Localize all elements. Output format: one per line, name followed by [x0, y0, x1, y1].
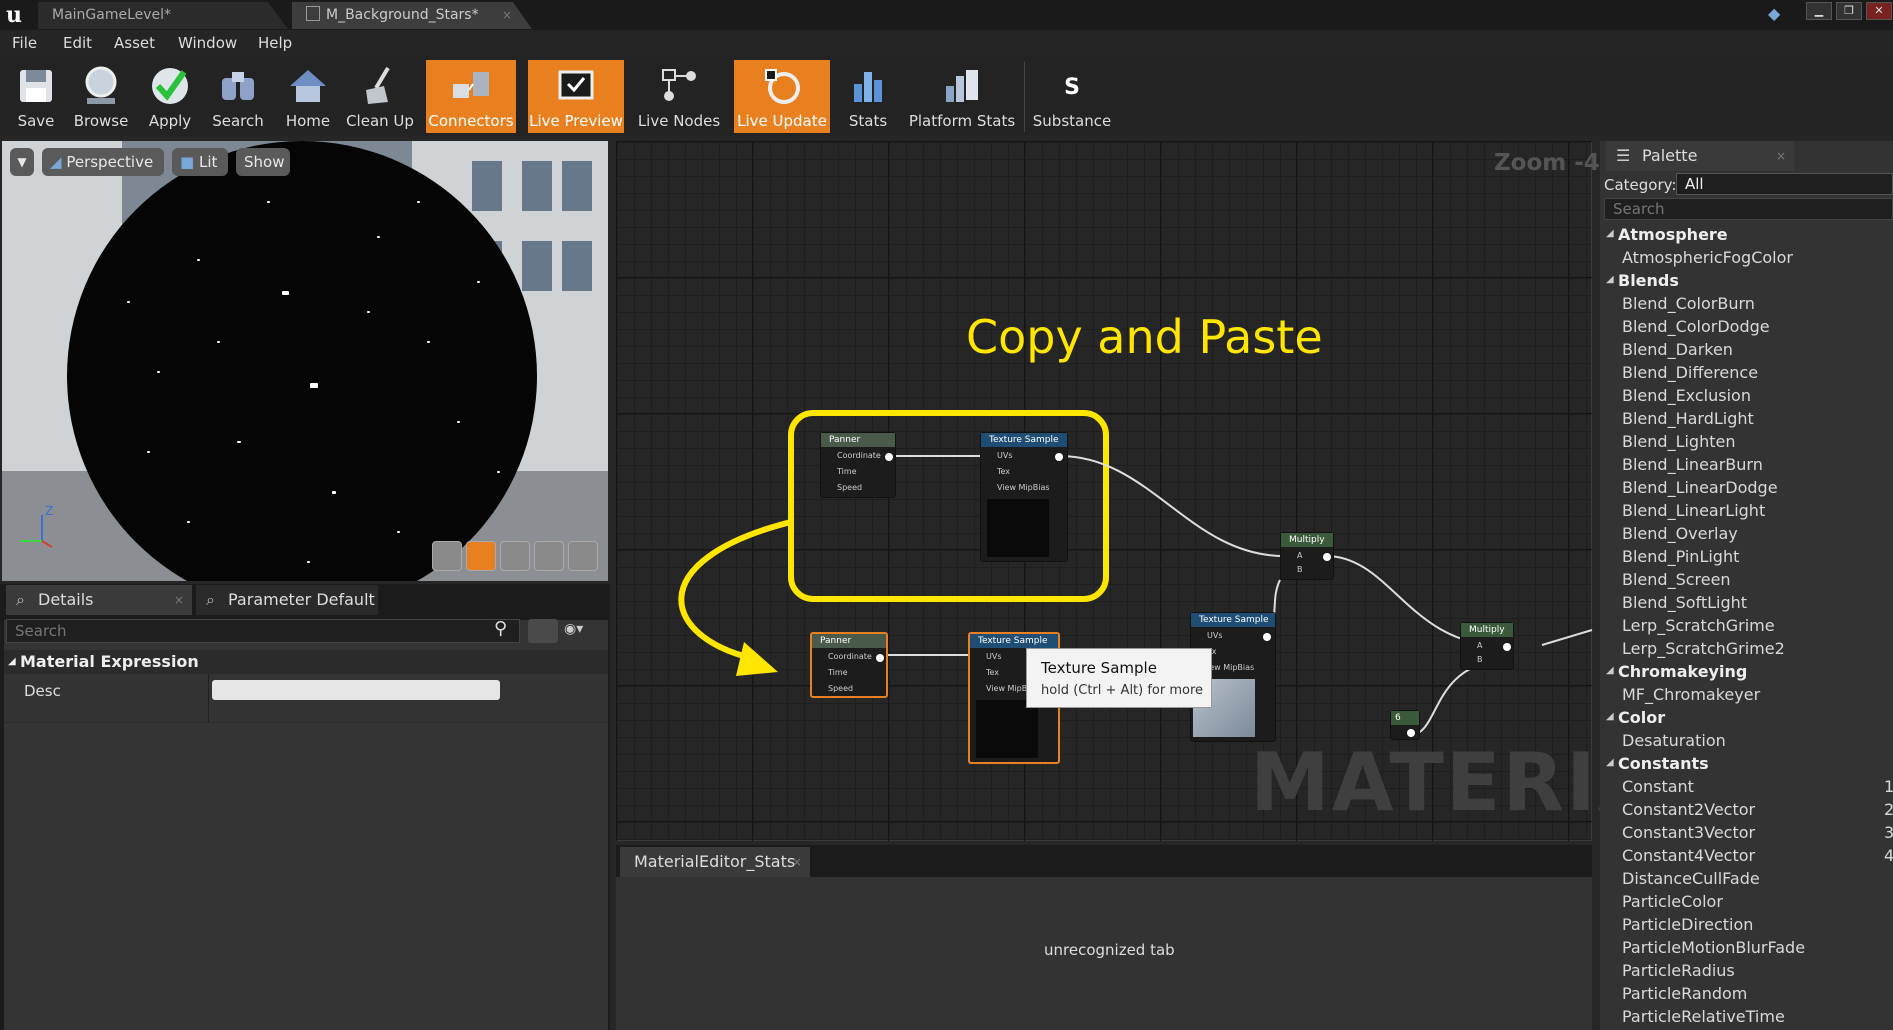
palette-item[interactable]: Constant3Vector	[1622, 823, 1755, 842]
texture-thumbnail	[976, 700, 1038, 758]
tab-close-icon[interactable]: ×	[1776, 141, 1786, 171]
palette-hotkey: 1	[1884, 777, 1893, 796]
collapse-triangle-icon[interactable]: ◢	[1606, 757, 1614, 768]
palette-item[interactable]: ParticleRandom	[1622, 984, 1747, 1003]
palette-item[interactable]: AtmosphericFogColor	[1622, 248, 1793, 267]
palette-item[interactable]: Blend_HardLight	[1622, 409, 1754, 428]
palette-icon: ☰	[1616, 146, 1631, 165]
multiply-node[interactable]: Multiply A B	[1280, 532, 1334, 580]
output-pin[interactable]	[876, 654, 884, 662]
output-pin[interactable]	[885, 453, 893, 461]
palette-category[interactable]: Atmosphere	[1618, 225, 1728, 244]
palette-category[interactable]: Blends	[1618, 271, 1679, 290]
category-select[interactable]: All	[1676, 173, 1893, 195]
collapse-triangle-icon[interactable]: ◢	[1606, 711, 1614, 722]
palette-item[interactable]: Constant4Vector	[1622, 846, 1755, 865]
palette-item[interactable]: Blend_SoftLight	[1622, 593, 1747, 612]
palette-hotkey: 4	[1884, 846, 1893, 865]
palette-item[interactable]: Constant2Vector	[1622, 800, 1755, 819]
palette-item[interactable]: Lerp_ScratchGrime2	[1622, 639, 1785, 658]
category-label: Category:	[1604, 176, 1677, 194]
palette-item[interactable]: ParticleColor	[1622, 892, 1723, 911]
node-tooltip: Texture Sample hold (Ctrl + Alt) for mor…	[1026, 648, 1212, 708]
output-pin[interactable]	[1263, 633, 1271, 641]
palette-item[interactable]: Blend_Lighten	[1622, 432, 1735, 451]
collapse-triangle-icon[interactable]: ◢	[1606, 274, 1614, 285]
collapse-triangle-icon[interactable]: ◢	[1606, 665, 1614, 676]
paste-arrowhead	[736, 642, 778, 676]
palette-item[interactable]: Desaturation	[1622, 731, 1726, 750]
paste-arrow	[678, 519, 792, 663]
texture-thumbnail	[987, 499, 1049, 557]
collapse-triangle-icon[interactable]: ◢	[1606, 228, 1614, 239]
constant-node[interactable]: 6	[1390, 710, 1420, 740]
palette-hotkey: 3	[1884, 823, 1893, 842]
palette-category[interactable]: Color	[1618, 708, 1665, 727]
palette-item[interactable]: Blend_LinearBurn	[1622, 455, 1763, 474]
output-pin[interactable]	[1055, 453, 1063, 461]
output-pin[interactable]	[1323, 553, 1331, 561]
palette-item[interactable]: Blend_ColorDodge	[1622, 317, 1770, 336]
palette-item[interactable]: MF_Chromakeyer	[1622, 685, 1760, 704]
palette-category[interactable]: Chromakeying	[1618, 662, 1747, 681]
palette-item[interactable]: Constant	[1622, 777, 1694, 796]
palette-category[interactable]: Constants	[1618, 754, 1709, 773]
palette-item[interactable]: Blend_Overlay	[1622, 524, 1738, 543]
stats-tab-bar: MaterialEditor_Stats ×	[616, 845, 1592, 877]
stats-body: unrecognized tab	[616, 877, 1592, 1030]
multiply-node-2[interactable]: Multiply A B	[1460, 622, 1514, 670]
palette-item[interactable]: Blend_Exclusion	[1622, 386, 1751, 405]
texture-sample-node[interactable]: Texture Sample UVs Tex View MipBias	[980, 432, 1068, 562]
palette-item[interactable]: Blend_ColorBurn	[1622, 294, 1755, 313]
palette-item[interactable]: ParticleRelativeTime	[1622, 1007, 1785, 1026]
palette-item[interactable]: Blend_Darken	[1622, 340, 1733, 359]
output-pin[interactable]	[1503, 643, 1511, 651]
panner-node-pasted[interactable]: Panner Coordinate Time Speed	[810, 632, 888, 698]
palette-item[interactable]: Blend_PinLight	[1622, 547, 1739, 566]
palette-search-input[interactable]	[1604, 198, 1893, 220]
palette-item[interactable]: Blend_LinearDodge	[1622, 478, 1778, 497]
output-pin[interactable]	[1407, 729, 1415, 737]
tab-close-icon[interactable]: ×	[792, 847, 802, 877]
palette-item[interactable]: Lerp_ScratchGrime	[1622, 616, 1775, 635]
palette-item[interactable]: Blend_Screen	[1622, 570, 1731, 589]
palette-item[interactable]: ParticleRadius	[1622, 961, 1735, 980]
palette-item[interactable]: Blend_LinearLight	[1622, 501, 1765, 520]
tab-palette[interactable]: ☰ Palette ×	[1606, 141, 1794, 171]
panner-node[interactable]: Panner Coordinate Time Speed	[820, 432, 896, 498]
tab-material-editor-stats[interactable]: MaterialEditor_Stats ×	[620, 847, 810, 877]
palette-item[interactable]: DistanceCullFade	[1622, 869, 1760, 888]
palette-item[interactable]: Blend_Difference	[1622, 363, 1758, 382]
palette-item[interactable]: ParticleDirection	[1622, 915, 1753, 934]
palette-item[interactable]: ParticleMotionBlurFade	[1622, 938, 1805, 957]
palette-hotkey: 2	[1884, 800, 1893, 819]
